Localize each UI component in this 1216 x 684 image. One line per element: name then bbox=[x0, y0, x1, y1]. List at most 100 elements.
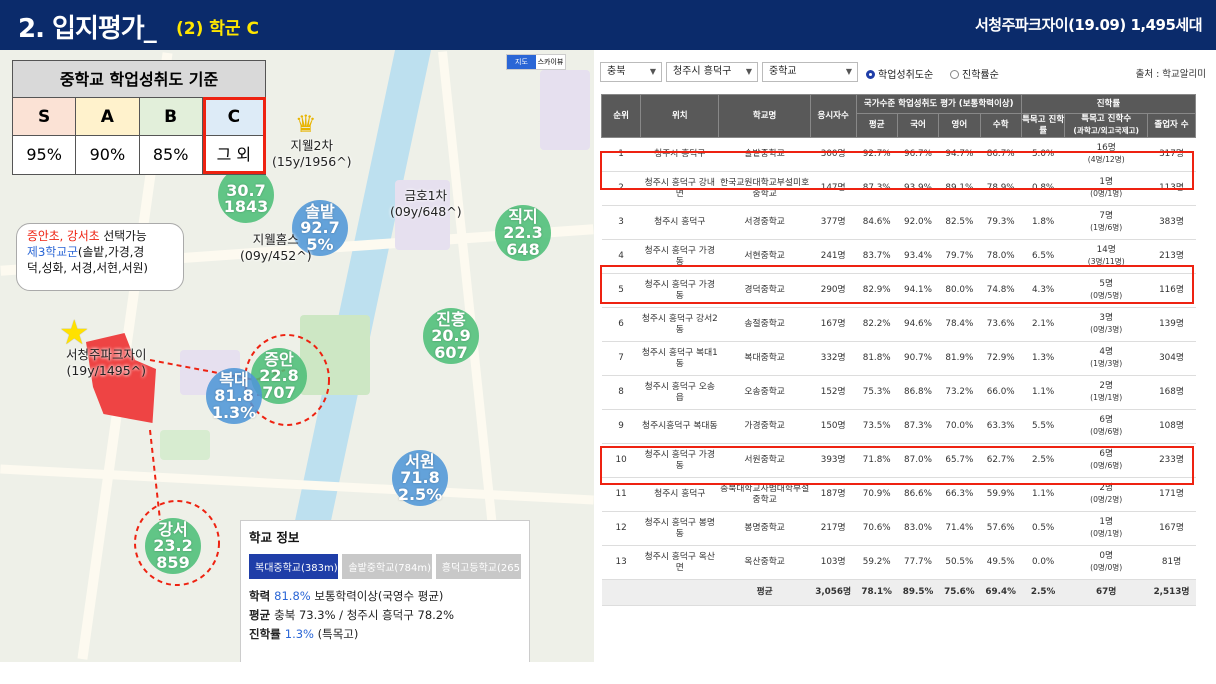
radio-achievement[interactable]: 학업성취도순 bbox=[866, 66, 933, 81]
table-cell: 송절중학교 bbox=[718, 307, 811, 342]
average-row: 평균 3,056명 78.1% 89.5% 75.6% 69.4% 2.5% 67명 2,513… bbox=[601, 579, 1196, 606]
level-select[interactable]: 중학교 ▼ bbox=[762, 62, 858, 82]
table-cell: 67명 bbox=[1064, 579, 1148, 606]
table-cell: 청주시 흥덕구 봉명동 bbox=[640, 511, 719, 546]
table-cell: 82.2% bbox=[856, 307, 898, 342]
table-cell: 75.3% bbox=[856, 375, 898, 410]
table-cell: 92.0% bbox=[897, 205, 939, 240]
table-cell: 167명 bbox=[1147, 511, 1196, 546]
table-cell: 108명 bbox=[1147, 409, 1196, 444]
jiwell2-label: 지웰2차 (15y/1956^) bbox=[272, 138, 352, 169]
table-cell: 3,056명 bbox=[810, 579, 857, 606]
table-cell: 103명 bbox=[810, 545, 857, 580]
col-special-count: 특목고 진학수 (과학고/외고국제고) bbox=[1064, 113, 1149, 138]
col-korean: 국어 bbox=[896, 113, 940, 138]
table-cell: 79.3% bbox=[980, 205, 1022, 240]
school-circle-bokdae[interactable]: 복대 81.8 1.3% bbox=[206, 368, 262, 424]
highlight-row-solbat bbox=[600, 151, 1194, 190]
apartment-label: 서청주파크자이 (19y/1495^) bbox=[66, 347, 147, 378]
highlight-row-gagyeong bbox=[600, 446, 1194, 485]
table-cell: 81.8% bbox=[856, 341, 898, 376]
table-cell: 3 bbox=[601, 205, 641, 240]
info-average-line: 평균 충북 73.3% / 청주시 흥덕구 78.2% bbox=[249, 608, 455, 622]
table-cell: 0명 (0명/0명) bbox=[1064, 545, 1148, 580]
col-math: 수학 bbox=[979, 113, 1022, 138]
school-circle-seowon[interactable]: 서원 71.8 2.5% bbox=[392, 450, 448, 506]
note-text: 덕,성화, 서경,서현,서원) bbox=[27, 261, 149, 275]
tab-solbat[interactable]: 솔밭중학교(784m) bbox=[342, 554, 432, 579]
slide-title: 2. 입지평가_ bbox=[18, 14, 157, 44]
chevron-down-icon: ▼ bbox=[745, 67, 752, 76]
school-count: 607 bbox=[434, 342, 468, 362]
col-rank: 순위 bbox=[600, 94, 642, 138]
filter-bar: 충북 ▼ 청주시 흥덕구 ▼ 중학교 ▼ 학업성취도순 진학률순 출처 : 학교알리미 bbox=[598, 60, 1210, 84]
school-circle[interactable]: 30.7 1843 bbox=[218, 167, 274, 223]
table-row: 13 청주시 흥덕구 옥산면 옥산중학교 103명 59.2% 77.7% 50.5% 49.… bbox=[601, 545, 1196, 580]
school-count: 1843 bbox=[223, 197, 269, 217]
table-cell: 3명 (0명/3명) bbox=[1064, 307, 1148, 342]
grade-s-value: 95% bbox=[13, 136, 77, 174]
school-rate: 2.5% bbox=[397, 484, 443, 504]
crown-icon: ♛ bbox=[295, 110, 317, 138]
table-cell: 7명 (1명/6명) bbox=[1064, 205, 1148, 240]
table-cell: 12 bbox=[601, 511, 641, 546]
radio-advancement[interactable]: 진학률순 bbox=[950, 66, 999, 81]
school-info-panel: 학교 정보 복대중학교(383m) 솔밭중학교(784m) 흥덕고등학교(265… bbox=[240, 520, 530, 662]
table-row: 7 청주시 흥덕구 복대1동 복대중학교 332명 81.8% 90.7% 81.9% 72.… bbox=[601, 341, 1196, 376]
school-district-map[interactable]: 지도 스카이뷰 30.7 1843 솔밭 92.7 5% 직지 22.3 648 진흥 20… bbox=[0, 50, 594, 662]
table-cell: 서경중학교 bbox=[718, 205, 811, 240]
school-circle-jikji[interactable]: 직지 22.3 648 bbox=[495, 205, 551, 261]
table-cell: 150명 bbox=[810, 409, 857, 444]
table-cell: 73.6% bbox=[980, 307, 1022, 342]
col-group-achievement: 국가수준 학업성취도 평가 (보통학력이상) bbox=[855, 94, 1022, 114]
table-cell: 1.3% bbox=[1021, 341, 1065, 376]
table-cell: 1명 (0명/1명) bbox=[1064, 511, 1148, 546]
table-cell: 72.9% bbox=[980, 341, 1022, 376]
table-cell: 8 bbox=[601, 375, 641, 410]
table-cell: 9 bbox=[601, 409, 641, 444]
table-cell: 청주시 흥덕구 오송읍 bbox=[640, 375, 719, 410]
table-cell: 77.7% bbox=[897, 545, 939, 580]
table-cell: 89.5% bbox=[897, 579, 939, 606]
grade-c-highlight bbox=[203, 97, 266, 174]
table-cell: 167명 bbox=[810, 307, 857, 342]
table-cell: 4명 (1명/3명) bbox=[1064, 341, 1148, 376]
table-cell: 2.1% bbox=[1021, 307, 1065, 342]
col-group-advancement: 진학률 bbox=[1020, 94, 1197, 114]
province-select[interactable]: 충북 ▼ bbox=[600, 62, 662, 82]
table-cell: 1.8% bbox=[1021, 205, 1065, 240]
slide-subtitle: (2) 학군 C bbox=[176, 19, 259, 39]
table-cell: 1.1% bbox=[1021, 375, 1065, 410]
school-circle-jinheung[interactable]: 진흥 20.9 607 bbox=[423, 308, 479, 364]
school-rate: 1.3% bbox=[211, 402, 257, 422]
table-cell: 63.3% bbox=[980, 409, 1022, 444]
table-cell: 332명 bbox=[810, 341, 857, 376]
table-cell: 2.5% bbox=[1021, 579, 1065, 606]
table-cell: 377명 bbox=[810, 205, 857, 240]
kumho-label: 금호1차 (09y/648^) bbox=[390, 188, 462, 219]
table-cell: 304명 bbox=[1147, 341, 1196, 376]
district-note-bubble: 증안초, 강서초 선택가능 제3학교군(솔밭,가경,경 덕,성화, 서경,서현,… bbox=[16, 223, 184, 291]
info-title: 학교 정보 bbox=[249, 530, 300, 545]
table-cell: 봉명중학교 bbox=[718, 511, 811, 546]
tab-bokdae[interactable]: 복대중학교(383m) bbox=[249, 554, 339, 579]
table-cell: 0.5% bbox=[1021, 511, 1065, 546]
col-graduates: 졸업자 수 bbox=[1147, 113, 1196, 138]
table-row: 12 청주시 흥덕구 봉명동 봉명중학교 217명 70.6% 83.0% 71.4% 57.… bbox=[601, 511, 1196, 546]
table-cell: 217명 bbox=[810, 511, 857, 546]
radio-empty-icon bbox=[950, 70, 959, 79]
table-cell: 78.1% bbox=[856, 579, 898, 606]
note-text: 선택가능 bbox=[99, 229, 147, 243]
table-cell: 152명 bbox=[810, 375, 857, 410]
table-cell: 6 bbox=[601, 307, 641, 342]
table-cell: 5.5% bbox=[1021, 409, 1065, 444]
school-circle-gangseo[interactable]: 강서 23.2 859 bbox=[145, 518, 201, 574]
col-special-rate: 특목고 진학률 bbox=[1020, 113, 1066, 138]
tab-heungdeok-high[interactable]: 흥덕고등학교(265 bbox=[435, 554, 522, 579]
note-red-text: 증안초, 강서초 bbox=[27, 229, 100, 243]
table-cell: 6명 (0명/6명) bbox=[1064, 409, 1148, 444]
col-average: 평균 bbox=[855, 113, 898, 138]
source-note: 출처 : 학교알리미 bbox=[1135, 69, 1206, 80]
table-cell: 84.6% bbox=[856, 205, 898, 240]
district-select[interactable]: 청주시 흥덕구 ▼ bbox=[666, 62, 758, 82]
